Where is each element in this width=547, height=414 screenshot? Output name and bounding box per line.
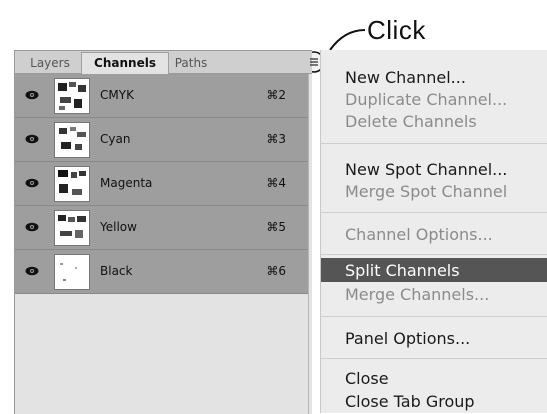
- channel-row-cyan[interactable]: Cyan ⌘3: [15, 118, 308, 162]
- channel-shortcut: ⌘2: [266, 88, 286, 102]
- menu-separator: [321, 143, 547, 144]
- menu-item-channel-options[interactable]: Channel Options...: [345, 225, 493, 244]
- channel-shortcut: ⌘4: [266, 176, 286, 190]
- menu-item-new-channel[interactable]: New Channel...: [345, 68, 466, 87]
- channel-name: Black: [100, 264, 133, 278]
- channel-name: Magenta: [100, 176, 153, 190]
- panel-tab-bar: Layers Channels Paths: [15, 51, 312, 75]
- channel-shortcut: ⌘5: [266, 220, 286, 234]
- panel-flyout-menu: New Channel... Duplicate Channel... Dele…: [320, 50, 547, 413]
- channel-thumbnail: [54, 210, 90, 246]
- channel-shortcut: ⌘3: [266, 132, 286, 146]
- menu-separator: [321, 212, 547, 213]
- tab-channels[interactable]: Channels: [81, 52, 169, 75]
- channel-name: Yellow: [100, 220, 137, 234]
- panel-divider: [308, 74, 309, 414]
- eye-icon[interactable]: [25, 90, 39, 100]
- menu-item-new-spot-channel[interactable]: New Spot Channel...: [345, 160, 507, 179]
- menu-item-split-channels[interactable]: Split Channels: [345, 261, 460, 280]
- annotation-label: Click: [367, 15, 426, 45]
- eye-icon[interactable]: [25, 178, 39, 188]
- menu-item-panel-options[interactable]: Panel Options...: [345, 329, 470, 348]
- menu-separator: [321, 254, 547, 255]
- channel-thumbnail: [54, 166, 90, 202]
- eye-icon[interactable]: [25, 134, 39, 144]
- menu-item-close[interactable]: Close: [345, 369, 389, 388]
- channel-shortcut: ⌘6: [266, 264, 286, 278]
- eye-icon[interactable]: [25, 222, 39, 232]
- menu-item-merge-channels[interactable]: Merge Channels...: [345, 285, 489, 304]
- channel-row-yellow[interactable]: Yellow ⌘5: [15, 206, 308, 250]
- channel-row-black[interactable]: Black ⌘6: [15, 250, 308, 294]
- channels-panel: Layers Channels Paths CMYK ⌘2 Cyan ⌘3 Ma…: [14, 50, 312, 414]
- menu-item-delete-channels[interactable]: Delete Channels: [345, 112, 477, 131]
- channel-row-magenta[interactable]: Magenta ⌘4: [15, 162, 308, 206]
- tab-paths[interactable]: Paths: [167, 53, 215, 73]
- menu-item-merge-spot-channel[interactable]: Merge Spot Channel: [345, 182, 507, 201]
- menu-item-close-tab-group[interactable]: Close Tab Group: [345, 392, 475, 411]
- channel-thumbnail: [54, 78, 90, 114]
- channel-row-cmyk[interactable]: CMYK ⌘2: [15, 74, 308, 118]
- channel-name: CMYK: [100, 88, 134, 102]
- eye-icon[interactable]: [25, 266, 39, 276]
- channel-thumbnail: [54, 254, 90, 290]
- menu-item-duplicate-channel[interactable]: Duplicate Channel...: [345, 90, 507, 109]
- tab-layers[interactable]: Layers: [19, 53, 81, 73]
- channel-thumbnail: [54, 122, 90, 158]
- menu-separator: [321, 316, 547, 317]
- menu-separator: [321, 358, 547, 359]
- channel-name: Cyan: [100, 132, 131, 146]
